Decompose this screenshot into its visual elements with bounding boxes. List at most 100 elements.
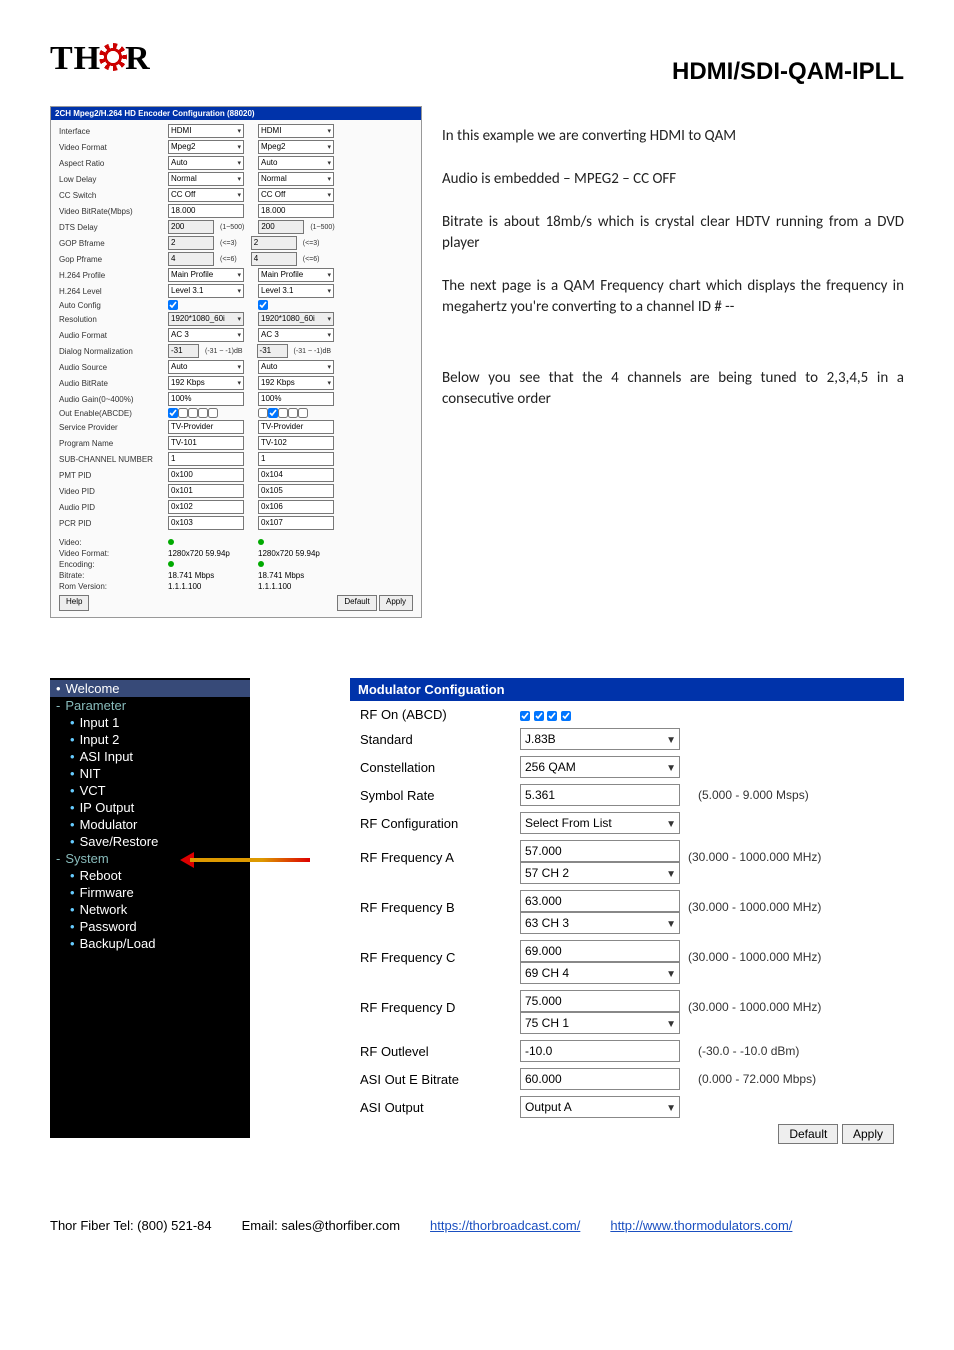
enc-out-a3[interactable] — [188, 408, 198, 418]
enc-gopb-b[interactable]: 2 — [251, 236, 297, 250]
enc-res-a[interactable]: 1920*1080_60i▾ — [168, 312, 244, 326]
enc-res-b[interactable]: 1920*1080_60i▾ — [258, 312, 334, 326]
footer-link-1[interactable]: https://thorbroadcast.com/ — [430, 1218, 580, 1233]
enc-h264l-a[interactable]: Level 3.1▾ — [168, 284, 244, 298]
enc-vbitrate-b[interactable]: 18.000 — [258, 204, 334, 218]
enc-ag-a[interactable]: 100% — [168, 392, 244, 406]
enc-as-b[interactable]: Auto▾ — [258, 360, 334, 374]
enc-pn-b[interactable]: TV-102 — [258, 436, 334, 450]
enc-videoformat-a[interactable]: Mpeg2▾ — [168, 140, 244, 154]
enc-out-b4[interactable] — [288, 408, 298, 418]
sidebar-item-welcome[interactable]: Welcome — [50, 680, 250, 697]
enc-dts-a[interactable]: 200 — [168, 220, 214, 234]
apply-button[interactable]: Apply — [379, 595, 413, 611]
enc-pmt-b[interactable]: 0x104 — [258, 468, 334, 482]
enc-lowdelay-b[interactable]: Normal▾ — [258, 172, 334, 186]
enc-sc-a[interactable]: 1 — [168, 452, 244, 466]
enc-sc-b[interactable]: 1 — [258, 452, 334, 466]
sidebar-item-network[interactable]: Network — [50, 901, 250, 918]
rf-on-d[interactable] — [561, 711, 571, 721]
enc-apid-a[interactable]: 0x102 — [168, 500, 244, 514]
enc-out-b2[interactable] — [268, 408, 278, 418]
sidebar-item-asi-input[interactable]: ASI Input — [50, 748, 250, 765]
rfd-select[interactable]: 75 CH 1▼ — [520, 1012, 680, 1034]
enc-ab-a[interactable]: 192 Kbps▾ — [168, 376, 244, 390]
enc-out-a1[interactable] — [168, 408, 178, 418]
sidebar-item-input2[interactable]: Input 2 — [50, 731, 250, 748]
symbol-rate-input[interactable]: 5.361 — [520, 784, 680, 806]
enc-out-b1[interactable] — [258, 408, 268, 418]
rfd-input[interactable]: 75.000 — [520, 990, 680, 1012]
asi-output-select[interactable]: Output A▼ — [520, 1096, 680, 1118]
footer-link-2[interactable]: http://www.thormodulators.com/ — [610, 1218, 792, 1233]
enc-vpid-a[interactable]: 0x101 — [168, 484, 244, 498]
sidebar-item-firmware[interactable]: Firmware — [50, 884, 250, 901]
enc-vpid-b[interactable]: 0x105 — [258, 484, 334, 498]
rfa-input[interactable]: 57.000 — [520, 840, 680, 862]
enc-videoformat-b[interactable]: Mpeg2▾ — [258, 140, 334, 154]
enc-gopb-a[interactable]: 2 — [168, 236, 214, 250]
rfc-select[interactable]: 69 CH 4▼ — [520, 962, 680, 984]
enc-autoconf-b[interactable] — [258, 300, 268, 310]
rf-config-select[interactable]: Select From List▼ — [520, 812, 680, 834]
enc-aspect-b[interactable]: Auto▾ — [258, 156, 334, 170]
enc-interface-a[interactable]: HDMI▾ — [168, 124, 244, 138]
enc-h264p-b[interactable]: Main Profile▾ — [258, 268, 334, 282]
enc-gopp-a[interactable]: 4 — [168, 252, 214, 266]
sidebar-item-modulator[interactable]: Modulator — [50, 816, 250, 833]
enc-apid-b[interactable]: 0x106 — [258, 500, 334, 514]
enc-out-b5[interactable] — [298, 408, 308, 418]
enc-aspect-a[interactable]: Auto▾ — [168, 156, 244, 170]
sidebar-item-vct[interactable]: VCT — [50, 782, 250, 799]
enc-cc-b[interactable]: CC Off▾ — [258, 188, 334, 202]
sidebar-item-reboot[interactable]: Reboot — [50, 867, 250, 884]
enc-af-a[interactable]: AC 3▾ — [168, 328, 244, 342]
sidebar-item-password[interactable]: Password — [50, 918, 250, 935]
enc-out-a5[interactable] — [208, 408, 218, 418]
rfa-select[interactable]: 57 CH 2▼ — [520, 862, 680, 884]
enc-dts-b[interactable]: 200 — [258, 220, 304, 234]
sidebar-item-backup-load[interactable]: Backup/Load — [50, 935, 250, 952]
enc-pn-a[interactable]: TV-101 — [168, 436, 244, 450]
enc-autoconf-a[interactable] — [168, 300, 178, 310]
enc-pcr-b[interactable]: 0x107 — [258, 516, 334, 530]
enc-ag-b[interactable]: 100% — [258, 392, 334, 406]
rf-on-a[interactable] — [520, 711, 530, 721]
enc-dn-a[interactable]: -31 — [168, 344, 199, 358]
rf-outlevel-input[interactable]: -10.0 — [520, 1040, 680, 1062]
enc-h264l-b[interactable]: Level 3.1▾ — [258, 284, 334, 298]
sidebar-item-input1[interactable]: Input 1 — [50, 714, 250, 731]
rf-on-b[interactable] — [534, 711, 544, 721]
default-button[interactable]: Default — [337, 595, 376, 611]
rfb-select[interactable]: 63 CH 3▼ — [520, 912, 680, 934]
enc-gopp-b[interactable]: 4 — [251, 252, 297, 266]
enc-dn-b[interactable]: -31 — [257, 344, 288, 358]
enc-out-b3[interactable] — [278, 408, 288, 418]
enc-cc-a[interactable]: CC Off▾ — [168, 188, 244, 202]
enc-sp-a[interactable]: TV-Provider — [168, 420, 244, 434]
enc-vbitrate-a[interactable]: 18.000 — [168, 204, 244, 218]
sidebar-item-save-restore[interactable]: Save/Restore — [50, 833, 250, 850]
enc-ab-b[interactable]: 192 Kbps▾ — [258, 376, 334, 390]
sidebar-item-nit[interactable]: NIT — [50, 765, 250, 782]
enc-pmt-a[interactable]: 0x100 — [168, 468, 244, 482]
help-button[interactable]: Help — [59, 595, 89, 611]
rfc-input[interactable]: 69.000 — [520, 940, 680, 962]
rf-on-c[interactable] — [547, 711, 557, 721]
sidebar-section-parameter[interactable]: Parameter — [50, 697, 250, 714]
enc-af-b[interactable]: AC 3▾ — [258, 328, 334, 342]
enc-h264p-a[interactable]: Main Profile▾ — [168, 268, 244, 282]
rfb-input[interactable]: 63.000 — [520, 890, 680, 912]
enc-out-a4[interactable] — [198, 408, 208, 418]
enc-interface-b[interactable]: HDMI▾ — [258, 124, 334, 138]
enc-out-a2[interactable] — [178, 408, 188, 418]
mod-default-button[interactable]: Default — [778, 1124, 838, 1144]
enc-as-a[interactable]: Auto▾ — [168, 360, 244, 374]
enc-lowdelay-a[interactable]: Normal▾ — [168, 172, 244, 186]
sidebar-item-ip-output[interactable]: IP Output — [50, 799, 250, 816]
asi-bitrate-input[interactable]: 60.000 — [520, 1068, 680, 1090]
standard-select[interactable]: J.83B▼ — [520, 728, 680, 750]
mod-apply-button[interactable]: Apply — [842, 1124, 894, 1144]
enc-sp-b[interactable]: TV-Provider — [258, 420, 334, 434]
enc-pcr-a[interactable]: 0x103 — [168, 516, 244, 530]
